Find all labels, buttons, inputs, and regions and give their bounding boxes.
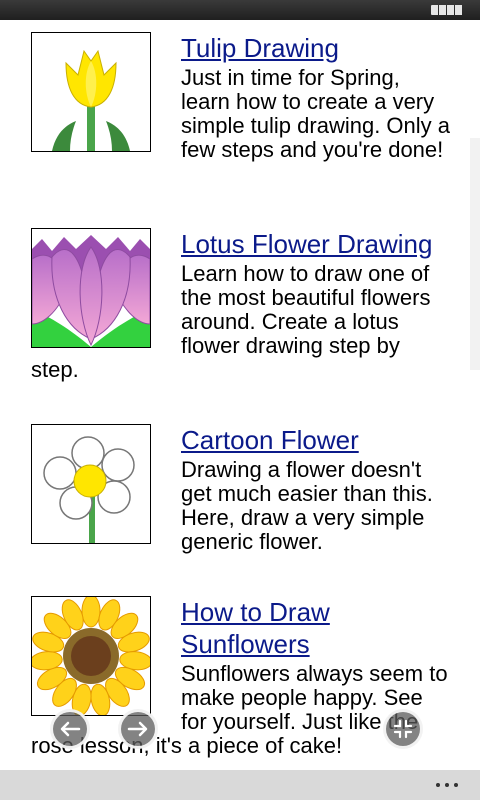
app-bar	[0, 770, 480, 800]
page-content[interactable]: Tulip Drawing Just in time for Spring, l…	[0, 20, 480, 770]
article-title-link[interactable]: Tulip Drawing	[181, 33, 339, 63]
scrollbar[interactable]	[470, 138, 480, 370]
forward-button[interactable]	[118, 709, 158, 749]
battery-icon	[431, 5, 462, 15]
article-lotus: Lotus Flower Drawing Learn how to draw o…	[31, 228, 451, 382]
arrow-left-icon	[59, 721, 81, 737]
fullscreen-button[interactable]	[383, 709, 423, 749]
article-title-link[interactable]: How to Draw Sunflowers	[181, 597, 330, 659]
cartoon-flower-image[interactable]	[31, 424, 151, 544]
lotus-image[interactable]	[31, 228, 151, 348]
article-title-link[interactable]: Cartoon Flower	[181, 425, 359, 455]
article-cartoon-flower: Cartoon Flower Drawing a flower doesn't …	[31, 424, 451, 554]
article-title-link[interactable]: Lotus Flower Drawing	[181, 229, 432, 259]
tulip-image[interactable]	[31, 32, 151, 152]
fullscreen-icon	[393, 719, 413, 739]
status-bar	[0, 0, 480, 20]
arrow-right-icon	[127, 721, 149, 737]
article-tulip: Tulip Drawing Just in time for Spring, l…	[31, 32, 451, 162]
sunflower-image[interactable]	[31, 596, 151, 716]
back-button[interactable]	[50, 709, 90, 749]
more-dots-icon[interactable]	[436, 783, 458, 787]
